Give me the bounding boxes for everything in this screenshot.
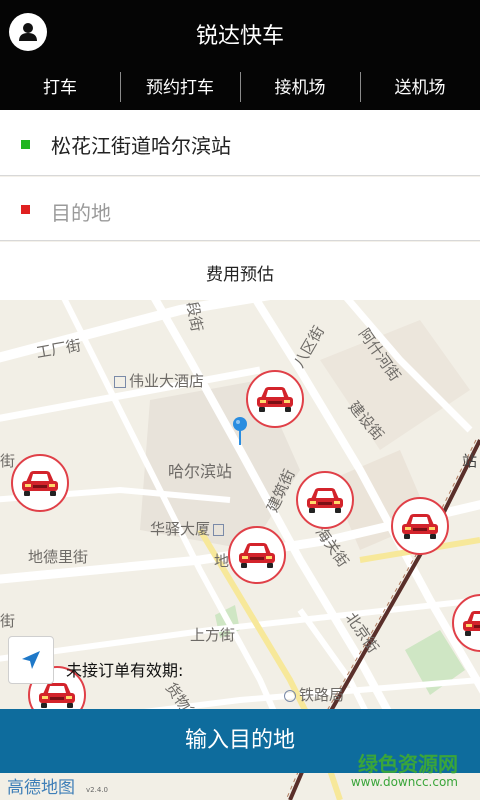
amap-logo: 高德地图 [7,778,75,798]
car-marker[interactable] [296,471,354,529]
car-marker[interactable] [391,497,449,555]
origin-row[interactable]: 松花江街道哈尔滨站 [0,110,480,176]
car-icon [239,543,275,568]
location-pin-icon [233,417,247,445]
map-label: 华驿大厦 [150,518,225,539]
map-label: 哈尔滨站 [168,462,233,481]
car-icon [257,387,293,412]
car-icon [39,683,75,708]
car-marker[interactable] [11,454,69,512]
map-label: 上方街 [190,626,236,644]
map-label: 地德里街 [28,548,89,566]
map-label: 街 [0,452,16,470]
app-header: 锐达快车 打车 预约打车 接机场 送机场 [0,0,480,110]
map-label: 铁路局 [284,684,344,705]
car-marker[interactable] [246,370,304,428]
order-validity-label: 未接订单有效期: [66,661,184,680]
fee-estimate-row[interactable]: 费用预估 [0,242,480,300]
car-icon [22,471,58,496]
map-label: 地 [214,552,230,570]
app-title: 锐达快车 [195,24,284,49]
watermark-name: 绿色资源网 [358,752,458,776]
fee-estimate-label: 费用预估 [206,265,274,285]
map-version: v2.4.0 [86,786,108,794]
origin-address: 松花江街道哈尔滨站 [51,134,231,158]
destination-field[interactable]: 目的地 [0,177,480,241]
destination-placeholder: 目的地 [51,201,111,225]
car-icon [307,488,343,513]
map-label: 伟业大酒店 [114,370,204,391]
watermark: 绿色资源网 www.downcc.com [320,748,480,800]
car-marker[interactable] [228,526,286,584]
locate-arrow-icon [22,651,40,669]
hotel-icon [114,375,126,388]
destination-dot [21,205,30,214]
metro-icon [284,689,296,702]
tab-taxi[interactable]: 打车 [0,68,120,108]
service-tabs: 打车 预约打车 接机场 送机场 [0,68,480,108]
map-label: 街 [0,612,16,630]
watermark-url: www.downcc.com [350,775,458,789]
origin-dot [21,140,30,149]
building-icon [213,523,225,536]
locate-button[interactable] [8,636,54,684]
car-icon [402,514,438,539]
tab-reserve[interactable]: 预约打车 [120,68,240,108]
map-label: 站 [462,452,478,470]
car-icon [463,611,480,636]
tab-airport-dropoff[interactable]: 送机场 [360,68,480,108]
tab-airport-pickup[interactable]: 接机场 [240,68,360,108]
